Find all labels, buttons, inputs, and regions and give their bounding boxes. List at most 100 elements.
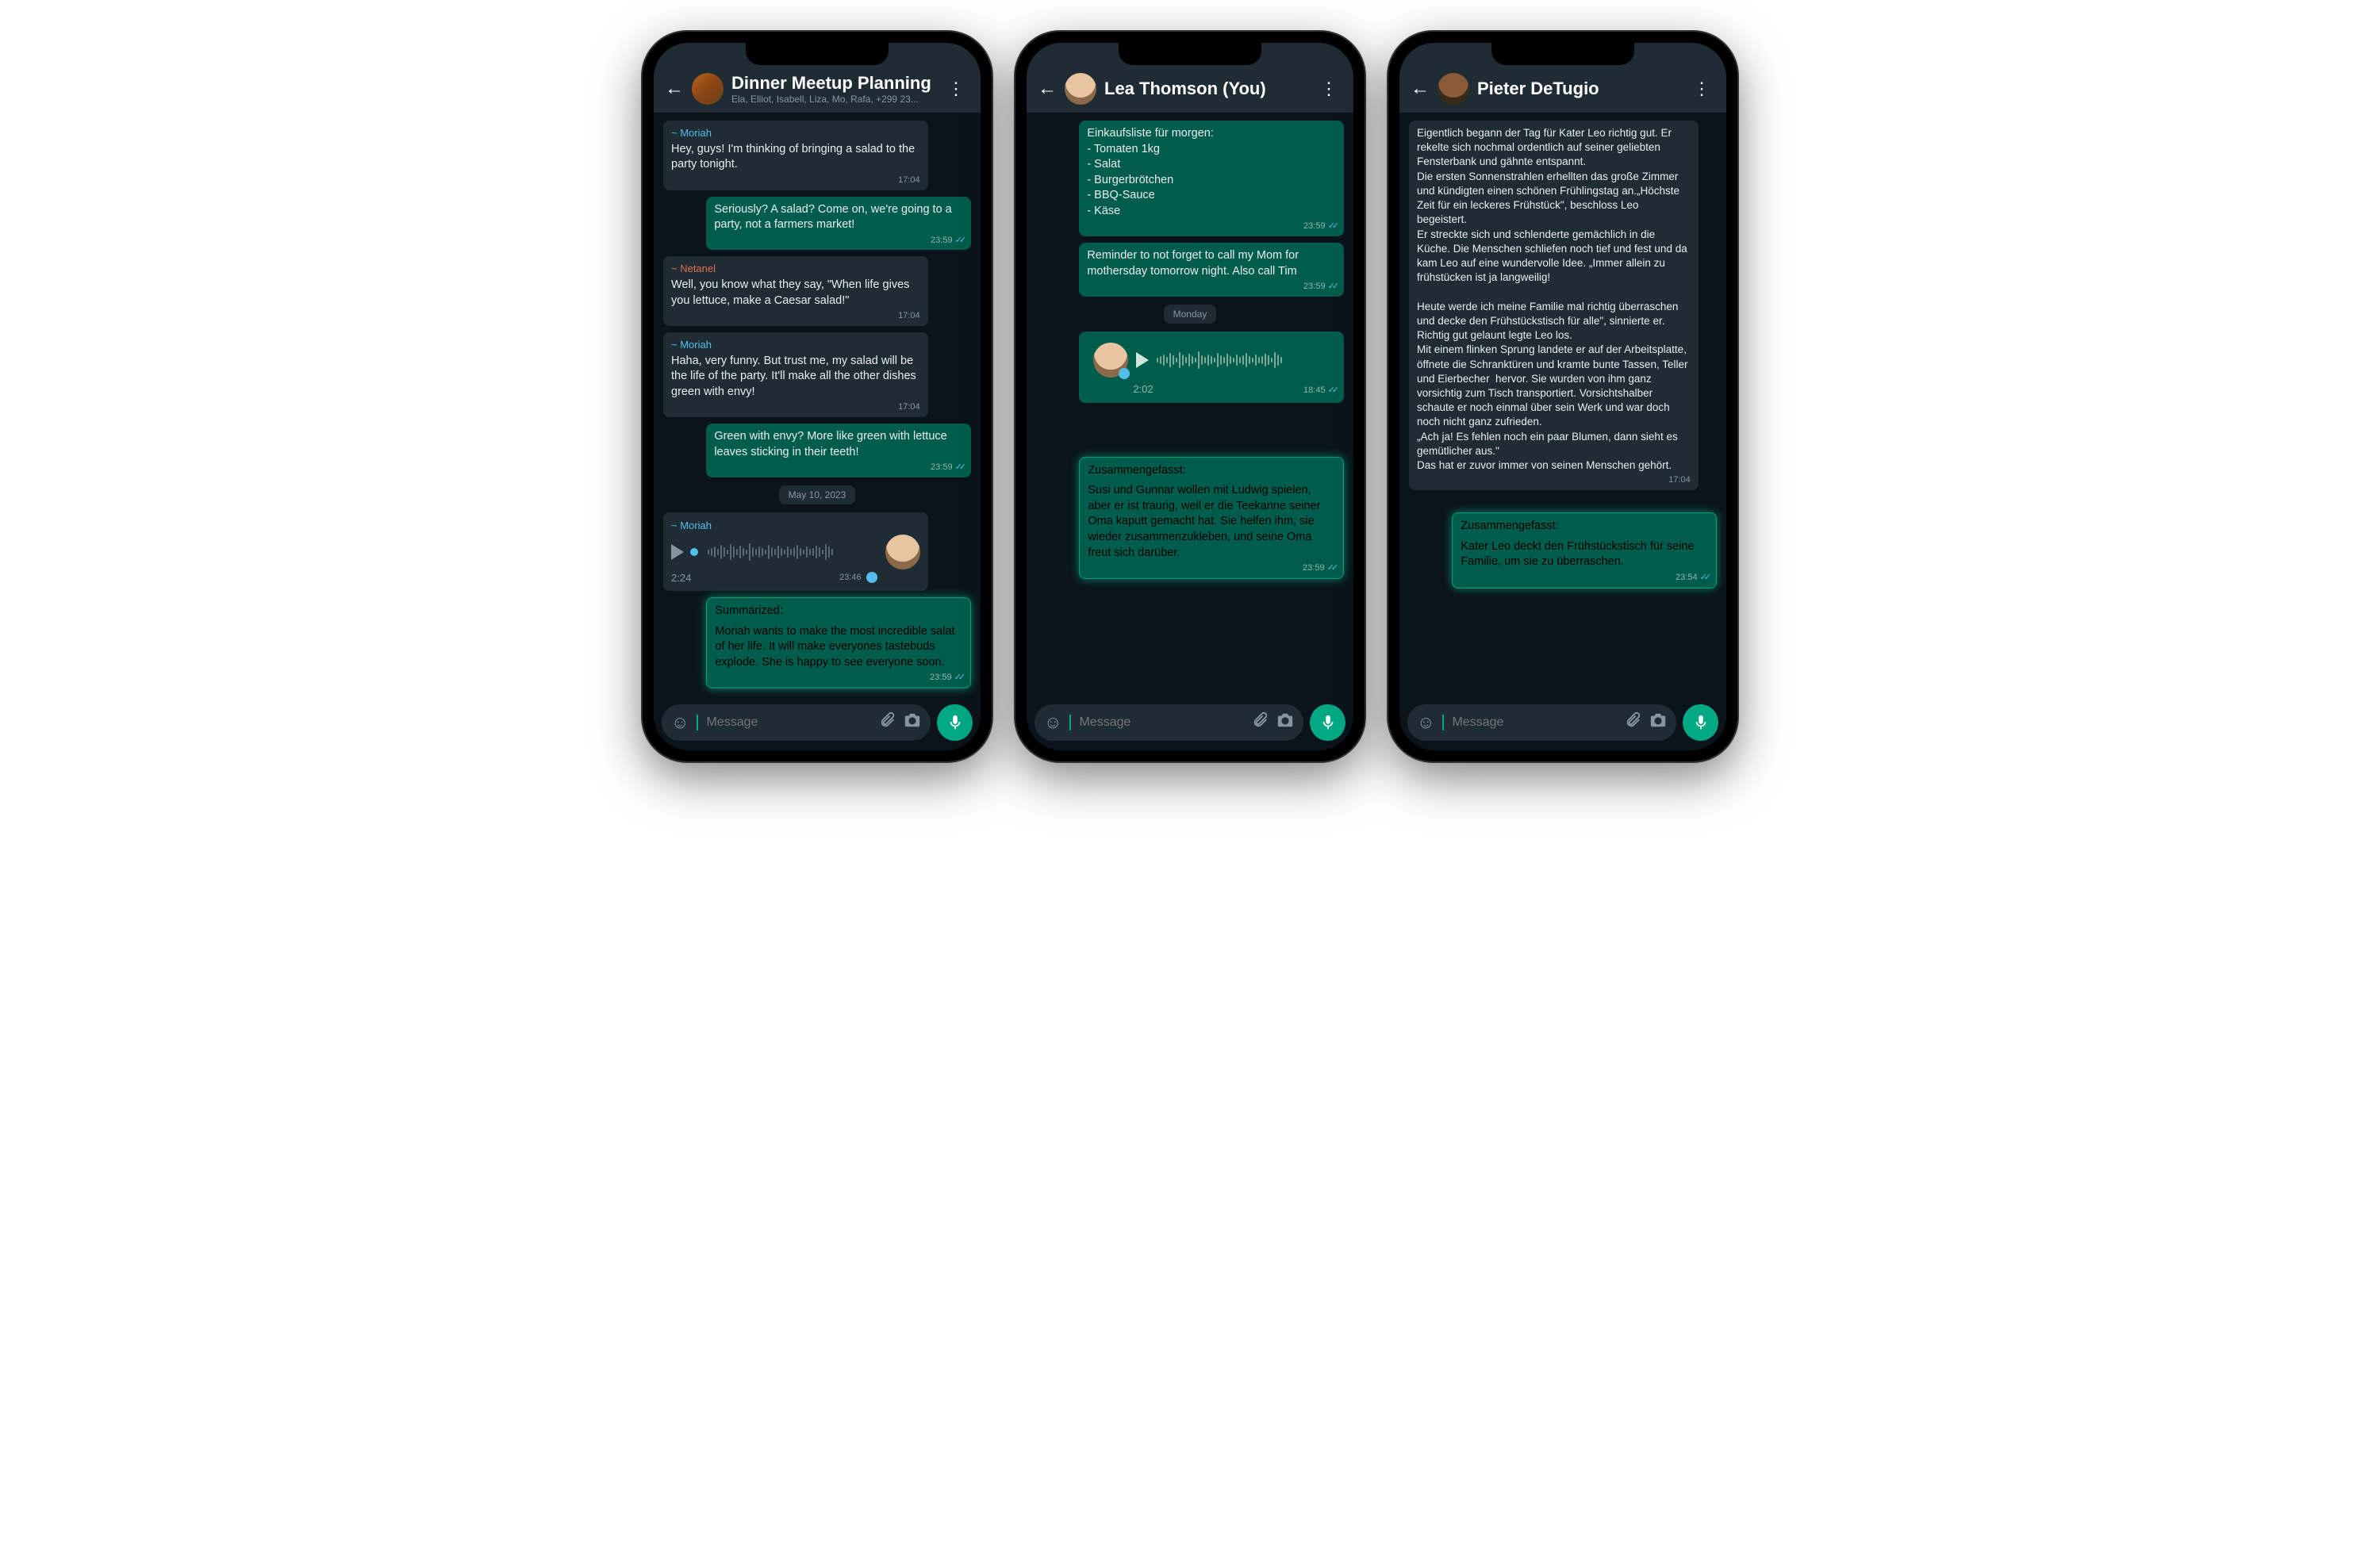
menu-icon[interactable]: ⋮ [942,79,969,99]
waveform[interactable] [708,542,879,562]
summary-title: Zusammengefasst: [1461,519,1708,535]
avatar[interactable] [1065,73,1096,105]
chat-body[interactable]: Eigentlich begann der Tag für Kater Leo … [1399,113,1726,698]
title-block[interactable]: Pieter DeTugio [1477,79,1680,99]
summary-message[interactable]: Zusammengefasst: Kater Leo deckt den Frü… [1452,512,1717,589]
chat-title: Lea Thomson (You) [1104,79,1307,99]
emoji-icon[interactable]: ☺ [671,712,689,733]
message-incoming[interactable]: ~ Moriah Haha, very funny. But trust me,… [663,332,928,417]
message-input[interactable] [706,715,870,730]
screen: ← Pieter DeTugio ⋮ Eigentlich begann der… [1399,43,1726,750]
sender-name: ~ Moriah [671,338,920,352]
voice-message-incoming[interactable]: ~ Moriah 2:24 23:46 [663,512,928,591]
read-checks-icon: ✓✓ [1328,221,1336,231]
voice-time: 18:45 [1303,385,1326,395]
progress-dot[interactable] [690,548,698,556]
message-text: Eigentlich begann der Tag für Kater Leo … [1417,126,1691,473]
back-icon[interactable]: ← [665,78,684,100]
message-incoming[interactable]: ~ Netanel Well, you know what they say, … [663,256,928,326]
message-time: 17:04 [1417,474,1691,486]
chat-subtitle: Ela, Elliot, Isabell, Liza, Mo, Rafa, +2… [731,94,935,105]
read-checks-icon: ✓✓ [1327,563,1335,573]
title-block[interactable]: Dinner Meetup Planning Ela, Elliot, Isab… [731,73,935,105]
message-incoming[interactable]: Eigentlich begann der Tag für Kater Leo … [1409,121,1699,490]
menu-icon[interactable]: ⋮ [1315,79,1342,99]
voice-avatar [885,535,920,569]
input-bar: ☺ [654,698,981,750]
message-input[interactable] [1079,715,1243,730]
voice-time: 23:46 [839,572,862,584]
avatar[interactable] [1438,73,1469,105]
message-text: Seriously? A salad? Come on, we're going… [714,202,963,233]
mic-button[interactable] [937,704,973,741]
phone-mockup: ← Dinner Meetup Planning Ela, Elliot, Is… [643,32,992,761]
attach-icon[interactable] [1624,711,1641,734]
camera-icon[interactable] [904,711,921,734]
summary-text: Moriah wants to make the most incredible… [715,624,962,671]
message-input[interactable] [1452,715,1616,730]
message-time: 17:04 [671,401,920,413]
camera-icon[interactable] [1276,711,1294,734]
message-time: 23:59 [931,236,953,245]
summary-message[interactable]: Summarized: Moriah wants to make the mos… [706,597,971,688]
read-checks-icon: ✓✓ [1700,573,1708,582]
play-icon[interactable] [1136,352,1149,368]
message-outgoing[interactable]: Reminder to not forget to call my Mom fo… [1079,243,1344,297]
sender-name: ~ Netanel [671,262,920,276]
camera-icon[interactable] [1649,711,1667,734]
sender-name: ~ Moriah [671,126,920,140]
chat-title: Pieter DeTugio [1477,79,1680,99]
message-input-box[interactable]: ☺ [1035,704,1303,741]
message-text: Reminder to not forget to call my Mom fo… [1087,248,1336,279]
voice-duration: 2:02 [1133,382,1153,397]
message-time: 23:59 [1303,282,1326,291]
screen: ← Lea Thomson (You) ⋮ Einkaufsliste für … [1027,43,1353,750]
summary-text: Kater Leo deckt den Frühstückstisch für … [1461,539,1708,570]
chat-body[interactable]: ~ Moriah Hey, guys! I'm thinking of brin… [654,113,981,698]
message-outgoing[interactable]: Green with envy? More like green with le… [706,424,971,477]
text-cursor [697,715,698,730]
message-time: 23:59 [931,462,953,472]
message-input-box[interactable]: ☺ [662,704,931,741]
summary-title: Summarized: [715,604,962,619]
back-icon[interactable]: ← [1038,78,1057,100]
play-icon[interactable] [671,544,684,560]
message-outgoing[interactable]: Einkaufsliste für morgen: - Tomaten 1kg … [1079,121,1344,236]
input-bar: ☺ [1399,698,1726,750]
title-block[interactable]: Lea Thomson (You) [1104,79,1307,99]
mic-button[interactable] [1683,704,1718,741]
voice-message-outgoing[interactable]: 2:02 18:45✓✓ [1079,332,1344,403]
message-text: Green with envy? More like green with le… [714,429,963,460]
text-cursor [1442,715,1444,730]
input-bar: ☺ [1027,698,1353,750]
emoji-icon[interactable]: ☺ [1417,712,1434,733]
voice-avatar [1093,343,1128,378]
summary-title: Zusammengefasst: [1088,463,1335,479]
date-separator: May 10, 2023 [779,485,856,504]
notch [746,43,889,65]
chat-title: Dinner Meetup Planning [731,73,935,94]
message-incoming[interactable]: ~ Moriah Hey, guys! I'm thinking of brin… [663,121,928,190]
message-input-box[interactable]: ☺ [1407,704,1676,741]
read-checks-icon: ✓✓ [1328,385,1336,395]
read-checks-icon: ✓✓ [954,673,962,682]
message-text: Hey, guys! I'm thinking of bringing a sa… [671,142,920,173]
phone-mockup: ← Lea Thomson (You) ⋮ Einkaufsliste für … [1015,32,1365,761]
mic-button[interactable] [1310,704,1345,741]
message-outgoing[interactable]: Seriously? A salad? Come on, we're going… [706,197,971,251]
attach-icon[interactable] [878,711,896,734]
mic-badge-icon [1119,368,1130,379]
message-text: Haha, very funny. But trust me, my salad… [671,354,920,401]
menu-icon[interactable]: ⋮ [1688,79,1715,99]
date-separator: Monday [1164,305,1217,324]
chat-body[interactable]: Einkaufsliste für morgen: - Tomaten 1kg … [1027,113,1353,698]
back-icon[interactable]: ← [1411,78,1430,100]
summary-message[interactable]: Zusammengefasst: Susi und Gunnar wollen … [1079,457,1344,579]
screen: ← Dinner Meetup Planning Ela, Elliot, Is… [654,43,981,750]
message-time: 23:59 [930,673,952,682]
message-time: 23:54 [1676,573,1698,582]
waveform[interactable] [1157,350,1330,370]
avatar[interactable] [692,73,724,105]
emoji-icon[interactable]: ☺ [1044,712,1061,733]
attach-icon[interactable] [1251,711,1269,734]
